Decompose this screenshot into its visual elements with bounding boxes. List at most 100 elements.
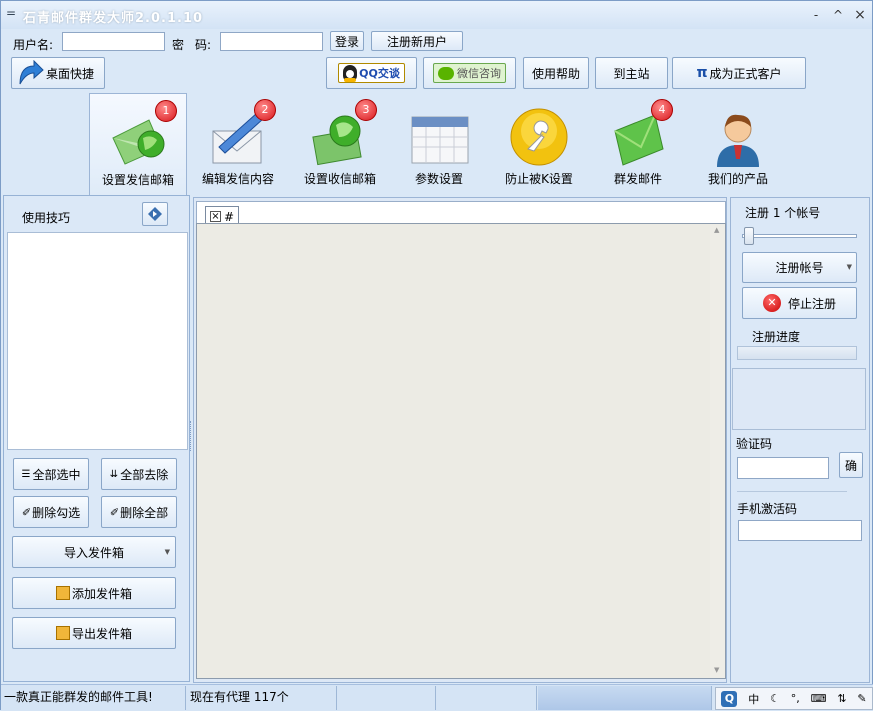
close-button[interactable]: × [851, 7, 869, 23]
ime-toolbar[interactable]: Q 中 ☾ °, ⌨ ⇅ ✎ [715, 687, 873, 710]
login-button[interactable]: 登录 [330, 31, 364, 51]
become-customer-button[interactable]: π 成为正式客户 [672, 57, 806, 89]
divider [737, 491, 847, 492]
add-outbox-label: 添加发件箱 [71, 586, 132, 601]
remove-all-button[interactable]: ⇊ 全部去除 [101, 458, 177, 490]
curved-arrow-icon [19, 60, 44, 85]
nav-item-our-products[interactable]: 我们的产品 [693, 93, 783, 193]
wechat-button[interactable]: 微信咨询 [423, 57, 516, 89]
select-all-button[interactable]: ☰ 全部选中 [13, 458, 89, 490]
ime-chinese-icon[interactable]: 中 [748, 691, 759, 707]
password-label-2: 码: [195, 38, 212, 52]
delete-all-button[interactable]: ✐ 删除全部 [101, 496, 177, 528]
person-icon [717, 114, 759, 167]
export-outbox-label: 导出发件箱 [71, 626, 132, 641]
ime-moon-icon[interactable]: ☾ [770, 692, 780, 705]
username-input[interactable] [62, 32, 165, 51]
nav-badge: 3 [355, 99, 377, 121]
register-account-button[interactable]: 注册帐号 ▼ [742, 252, 857, 283]
status-slogan: 一款真正能群发的邮件工具! [1, 686, 186, 710]
ime-keyboard-icon[interactable]: ⌨ [811, 692, 827, 705]
delete-checked-label: 删除勾选 [32, 505, 81, 520]
import-outbox-button[interactable]: 导入发件箱 ▼ [12, 536, 176, 568]
home-site-button[interactable]: 到主站 [595, 57, 668, 89]
tab-strip: × # [196, 201, 726, 226]
password-input[interactable] [220, 32, 323, 51]
wrench-icon [510, 108, 568, 166]
stop-register-label: 停止注册 [787, 296, 836, 311]
nav-badge: 2 [254, 99, 276, 121]
wechat-icon [438, 66, 454, 80]
help-button[interactable]: 使用帮助 [523, 57, 589, 89]
phone-code-label: 手机激活码 [737, 502, 798, 516]
status-bar: 一款真正能群发的邮件工具! 现在有代理 117个 Q 中 ☾ °, ⌨ ⇅ ✎ [1, 684, 873, 711]
delete-checked-button[interactable]: ✐ 删除勾选 [13, 496, 89, 528]
tips-label: 使用技巧 [22, 211, 71, 225]
tips-list[interactable] [7, 232, 188, 450]
nav-item-recipient-mailbox[interactable]: 3 设置收信邮箱 [293, 93, 387, 193]
captcha-confirm-button[interactable]: 确 [839, 452, 863, 478]
scroll-up-arrow-icon[interactable]: ▲ [714, 226, 719, 234]
nav-label: 我们的产品 [707, 172, 768, 186]
captcha-input[interactable] [737, 457, 829, 479]
ime-tool-icon[interactable]: ✎ [857, 692, 866, 705]
ime-punct-icon[interactable]: °, [791, 692, 800, 705]
status-segment-empty [437, 686, 537, 710]
right-panel: 注册 1 个帐号 注册帐号 ▼ ✕ 停止注册 注册进度 验证码 确 手机激活码 [730, 197, 870, 683]
tab-label: # [224, 209, 235, 224]
register-progress-bar [737, 346, 857, 360]
password-label: 密 [172, 38, 185, 52]
tips-nav-button[interactable] [142, 202, 168, 226]
slider-thumb[interactable] [744, 227, 754, 245]
diamond-arrow-icon [148, 207, 162, 221]
phone-code-input[interactable] [738, 520, 862, 541]
status-proxy: 现在有代理 117个 [187, 686, 337, 710]
nav-item-anti-block[interactable]: 防止被K设置 [497, 93, 581, 193]
qq-chat-label: QQ交谈 [359, 67, 400, 80]
desktop-shortcut-button[interactable]: 桌面快捷 [11, 57, 105, 89]
tab-close-icon[interactable]: × [210, 211, 221, 222]
list-down-icon: ⇊ [109, 468, 119, 480]
nav-bar: 1 设置发信邮箱 2 编辑发信内容 3 设置收信邮箱 参数设置 防止被K设置 4… [3, 93, 869, 195]
nav-item-sender-mailbox[interactable]: 1 设置发信邮箱 [89, 93, 187, 195]
nav-badge: 4 [651, 99, 673, 121]
content-area[interactable]: ▲ ▼ [196, 223, 726, 679]
vertical-scrollbar[interactable]: ▲ ▼ [710, 224, 725, 678]
maximize-button[interactable]: ^ [829, 7, 847, 23]
search-ime-icon[interactable]: Q [721, 690, 738, 707]
stop-icon: ✕ [762, 294, 781, 312]
main-window: = 石青邮件群发大师2.0.1.10 - ^ × 用户名: 密 码: 登录 注册… [0, 0, 873, 711]
nav-label: 参数设置 [414, 172, 463, 186]
window-title: 石青邮件群发大师2.0.1.10 [23, 11, 204, 26]
become-customer-label: 成为正式客户 [709, 66, 782, 81]
checklist-icon: ☰ [21, 468, 31, 480]
ime-switch-icon[interactable]: ⇅ [837, 692, 846, 705]
status-segment-progress [538, 686, 712, 710]
center-panel: × # ▲ ▼ [193, 197, 727, 683]
left-panel: 使用技巧 ☰ 全部选中 ⇊ 全部去除 ✐ 删除勾选 ✐ 删除全部 导入发件箱 ▼ 添加发件… [3, 195, 190, 682]
wechat-label: 微信咨询 [457, 67, 501, 80]
progress-label: 注册进度 [752, 330, 801, 344]
nav-item-parameters[interactable]: 参数设置 [399, 93, 479, 193]
qq-chat-button[interactable]: QQ交谈 [326, 57, 417, 89]
nav-label: 编辑发信内容 [201, 172, 274, 186]
export-outbox-button[interactable]: 导出发件箱 [12, 617, 176, 649]
system-menu-icon[interactable]: = [6, 6, 18, 20]
register-account-label: 注册帐号 [775, 261, 824, 275]
username-label: 用户名: [13, 38, 54, 52]
register-count-slider[interactable] [742, 225, 857, 247]
register-log-box[interactable] [732, 368, 866, 430]
add-outbox-button[interactable]: 添加发件箱 [12, 577, 176, 609]
status-segment-empty [338, 686, 436, 710]
nav-item-send-mail[interactable]: 4 群发邮件 [599, 93, 677, 193]
captcha-label: 验证码 [736, 437, 773, 451]
eraser-icon: ✐ [21, 505, 32, 519]
nav-label: 设置收信邮箱 [303, 172, 376, 186]
stop-register-button[interactable]: ✕ 停止注册 [742, 287, 857, 319]
nav-item-edit-content[interactable]: 2 编辑发信内容 [193, 93, 283, 193]
import-outbox-label: 导入发件箱 [63, 545, 124, 560]
minimize-button[interactable]: - [807, 7, 825, 23]
scroll-down-arrow-icon[interactable]: ▼ [714, 666, 719, 674]
register-user-button[interactable]: 注册新用户 [371, 31, 463, 51]
nav-label: 群发邮件 [613, 172, 662, 186]
